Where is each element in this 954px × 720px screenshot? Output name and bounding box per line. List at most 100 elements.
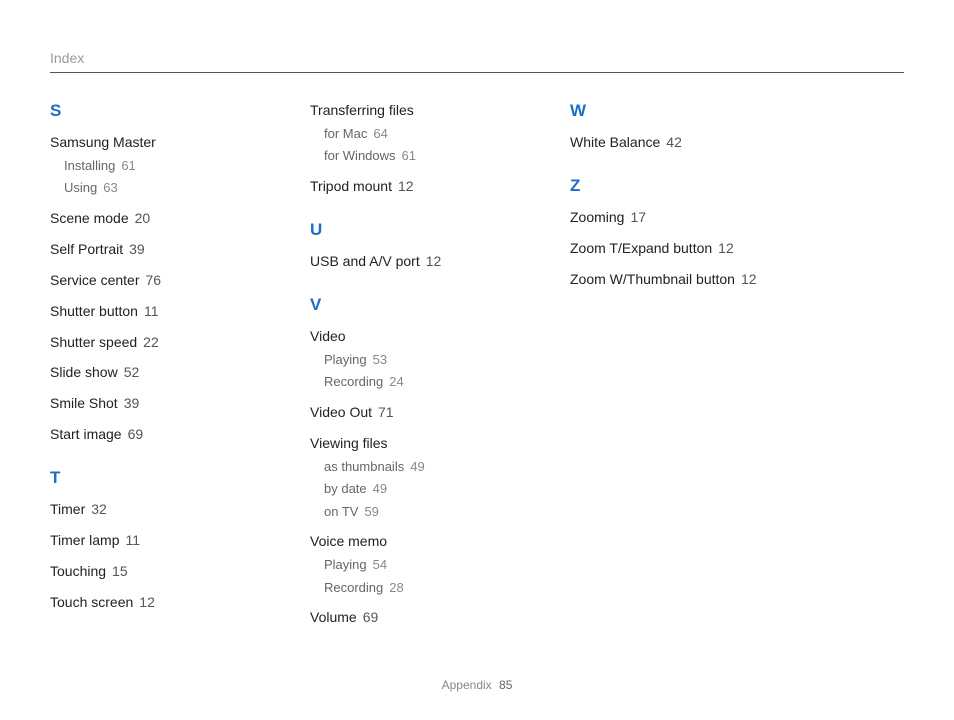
index-term: Zoom T/Expand button	[570, 240, 712, 256]
index-subpage: 59	[364, 504, 378, 519]
index-term: USB and A/V port	[310, 253, 420, 269]
index-subterm: as thumbnails	[324, 459, 404, 474]
index-entry: Service center 76	[50, 271, 250, 290]
index-subpage: 24	[389, 374, 403, 389]
index-term: Video	[310, 328, 346, 344]
index-term: Shutter speed	[50, 334, 137, 350]
index-term: Viewing files	[310, 435, 388, 451]
index-subpage: 63	[103, 180, 117, 195]
index-entry: Tripod mount 12	[310, 177, 510, 196]
index-term: Volume	[310, 609, 357, 625]
index-subterm: Playing	[324, 557, 367, 572]
index-subterm: for Mac	[324, 126, 367, 141]
index-letter-heading: U	[310, 220, 510, 240]
index-entry: Volume 69	[310, 608, 510, 627]
index-subterm: for Windows	[324, 148, 396, 163]
index-subentry: Recording28	[324, 579, 510, 597]
index-entry: Voice memo Playing54 Recording28	[310, 532, 510, 596]
index-page: 15	[112, 563, 128, 579]
index-subpage: 49	[373, 481, 387, 496]
index-page: 32	[91, 501, 107, 517]
header-rule	[50, 72, 904, 73]
index-page: 11	[126, 532, 141, 548]
index-subterm: Installing	[64, 158, 115, 173]
index-letter-heading: V	[310, 295, 510, 315]
index-page: 71	[378, 404, 394, 420]
index-page: 76	[145, 272, 161, 288]
index-entry: Timer lamp 11	[50, 531, 250, 550]
index-entry: Slide show 52	[50, 363, 250, 382]
index-term: Self Portrait	[50, 241, 123, 257]
index-page: 39	[129, 241, 145, 257]
index-subpage: 61	[121, 158, 135, 173]
index-subpage: 53	[373, 352, 387, 367]
index-term: Zoom W/Thumbnail button	[570, 271, 735, 287]
index-entry: Scene mode20	[50, 209, 250, 228]
index-entry: Viewing files as thumbnails 49 by date 49 on …	[310, 434, 510, 521]
index-column: S Samsung Master Installing 61 Using 63 Scene …	[50, 101, 250, 639]
index-entry: Zoom T/Expand button 12	[570, 239, 770, 258]
index-subentry: Installing 61	[64, 157, 250, 175]
index-entry: Timer 32	[50, 500, 250, 519]
index-entry: Zoom W/Thumbnail button 12	[570, 270, 770, 289]
footer-section: Appendix	[442, 678, 492, 692]
index-entry: Start image 69	[50, 425, 250, 444]
index-term: Smile Shot	[50, 395, 118, 411]
index-page: 12	[426, 253, 442, 269]
index-term: Voice memo	[310, 533, 387, 549]
index-subterm: Recording	[324, 374, 383, 389]
index-subpage: 49	[410, 459, 424, 474]
index-page: 12	[741, 271, 757, 287]
index-column: Transferring files for Mac 64 for Windows 61…	[310, 101, 510, 639]
index-term: Start image	[50, 426, 122, 442]
index-subterm: Playing	[324, 352, 367, 367]
index-term: Service center	[50, 272, 139, 288]
index-subpage: 61	[402, 148, 416, 163]
index-page: 12	[398, 178, 414, 194]
index-entry: Samsung Master Installing 61 Using 63	[50, 133, 250, 197]
index-term: Shutter button	[50, 303, 138, 319]
index-entry: USB and A/V port 12	[310, 252, 510, 271]
index-subpage: 64	[373, 126, 387, 141]
index-subterm: Using	[64, 180, 97, 195]
index-page: 52	[124, 364, 140, 380]
index-entry: Video Playing 53 Recording 24	[310, 327, 510, 391]
index-term: Timer	[50, 501, 85, 517]
index-page: 17	[630, 209, 646, 225]
index-term: Video Out	[310, 404, 372, 420]
index-entry: Shutter button 11	[50, 302, 250, 321]
index-letter-heading: S	[50, 101, 250, 121]
index-page: 69	[128, 426, 144, 442]
index-page: 11	[144, 303, 159, 319]
index-entry: Zooming 17	[570, 208, 770, 227]
index-term: White Balance	[570, 134, 660, 150]
index-page: 42	[666, 134, 682, 150]
index-subterm: by date	[324, 481, 367, 496]
index-subentry: Playing54	[324, 556, 510, 574]
index-term: Samsung Master	[50, 134, 156, 150]
index-term: Zooming	[570, 209, 624, 225]
index-term: Timer lamp	[50, 532, 120, 548]
index-entry: Touching15	[50, 562, 250, 581]
index-subentry: Playing 53	[324, 351, 510, 369]
index-entry: White Balance 42	[570, 133, 770, 152]
index-page: 12	[139, 594, 155, 610]
page-footer: Appendix 85	[0, 678, 954, 692]
index-entry: Shutter speed22	[50, 333, 250, 352]
page-header-title: Index	[50, 50, 904, 66]
index-term: Scene mode	[50, 210, 129, 226]
index-term: Transferring files	[310, 102, 414, 118]
index-term: Tripod mount	[310, 178, 392, 194]
index-subterm: Recording	[324, 580, 383, 595]
index-term: Touch screen	[50, 594, 133, 610]
index-entry: Smile Shot39	[50, 394, 250, 413]
index-column: WWhite Balance42ZZooming17Zoom T/Expand …	[570, 101, 770, 639]
footer-page-number: 85	[499, 678, 512, 692]
index-letter-heading: W	[570, 101, 770, 121]
index-subentry: on TV59	[324, 503, 510, 521]
index-subentry: as thumbnails 49	[324, 458, 510, 476]
index-term: Slide show	[50, 364, 118, 380]
index-page: 12	[718, 240, 734, 256]
index-subentry: for Windows 61	[324, 147, 510, 165]
index-page: 69	[363, 609, 379, 625]
